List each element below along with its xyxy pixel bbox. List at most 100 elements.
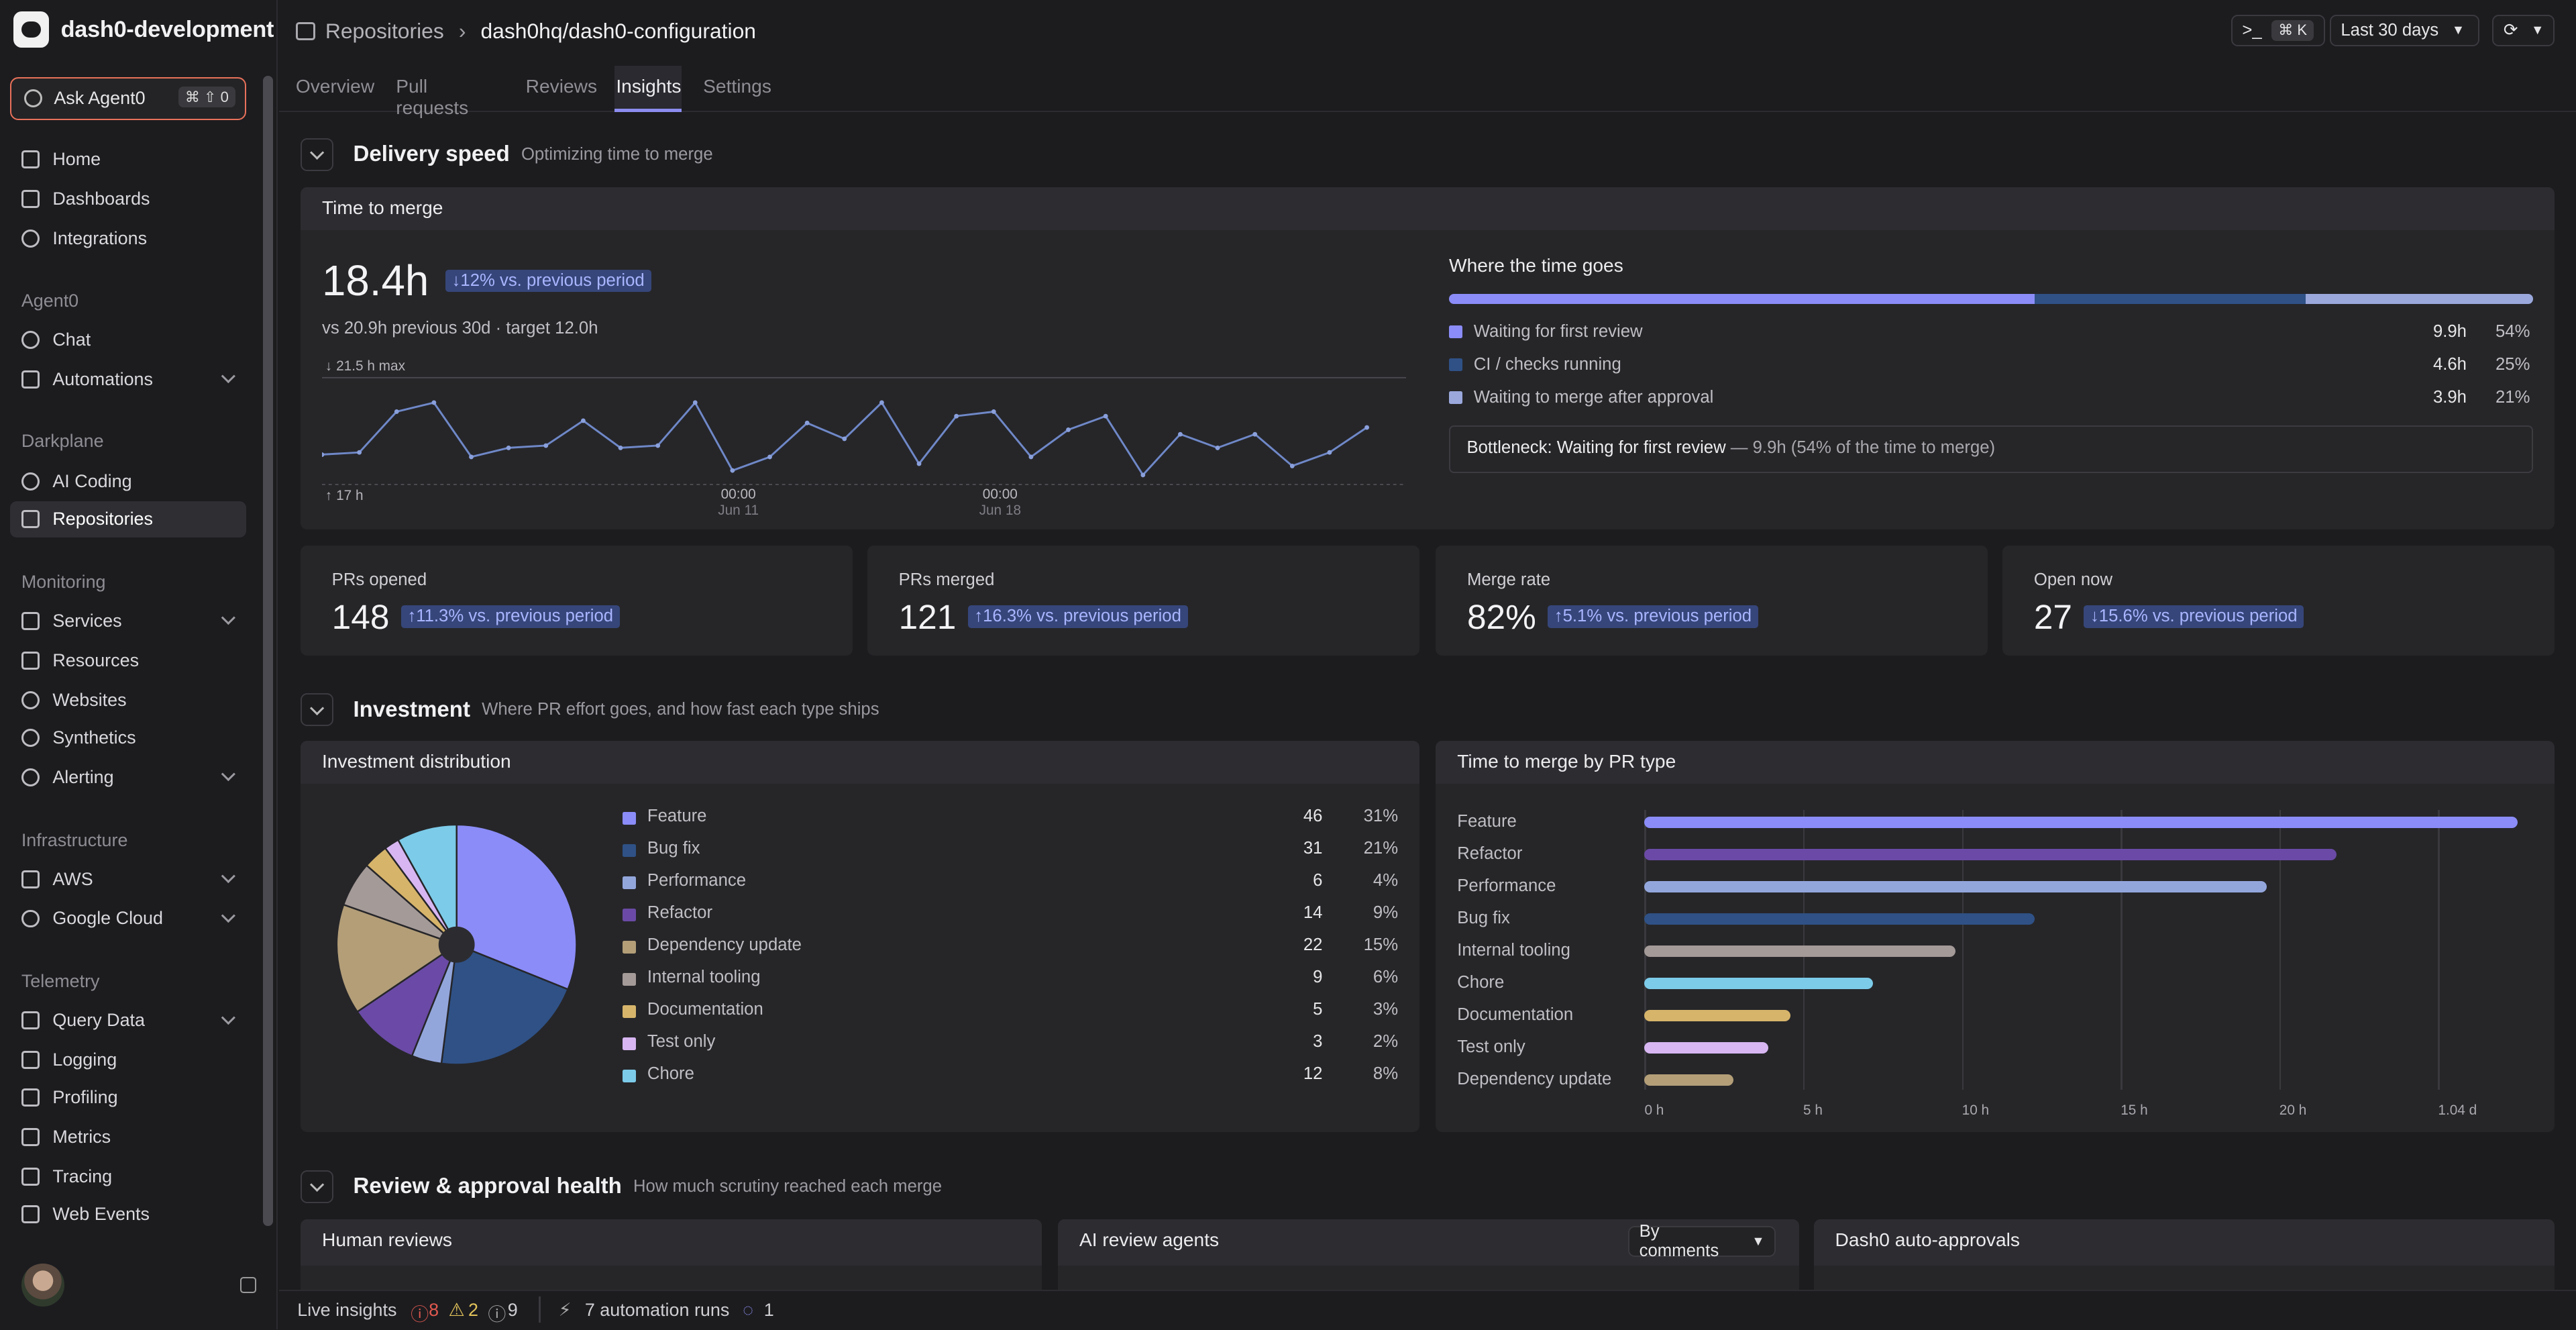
where-segment[interactable] (1449, 294, 2035, 305)
sidebar-item-metrics[interactable]: Metrics (10, 1119, 247, 1156)
workspace-switcher[interactable]: dash0-development (13, 10, 274, 50)
legend-pct: 4% (1373, 871, 1399, 890)
time-to-merge-panel: Time to merge 18.4h ↓12% vs. previous pe… (301, 187, 2555, 529)
bar[interactable] (1644, 1074, 1733, 1086)
ttm-point[interactable] (692, 400, 698, 405)
investment-legend-row[interactable]: Chore 12 8% (623, 1064, 1401, 1090)
bar[interactable] (1644, 881, 2267, 893)
user-avatar[interactable] (21, 1264, 64, 1307)
ttm-point[interactable] (954, 414, 959, 419)
sidebar-item-resources[interactable]: Resources (10, 643, 247, 679)
bar[interactable] (1644, 978, 1874, 990)
sidebar-item-ai-coding[interactable]: AI Coding (10, 464, 247, 500)
sidebar-item-dashboards[interactable]: Dashboards (10, 181, 247, 217)
collapse-sidebar-icon[interactable] (239, 1276, 257, 1294)
sidebar-item-alerting[interactable]: Alerting (10, 759, 247, 795)
sidebar-item-logging[interactable]: Logging (10, 1042, 247, 1078)
bar[interactable] (1644, 1010, 1791, 1022)
investment-legend-row[interactable]: Performance 6 4% (623, 871, 1401, 897)
ttm-point[interactable] (1364, 425, 1369, 430)
sidebar-item-query-data[interactable]: Query Data (10, 1003, 247, 1039)
panel-title: Human reviews (301, 1219, 1042, 1266)
ttm-point[interactable] (991, 409, 996, 415)
legend-label: Refactor (647, 903, 713, 923)
info-count[interactable]: 9 (508, 1300, 518, 1321)
where-segment[interactable] (2305, 294, 2534, 305)
sidebar-item-aws[interactable]: AWS (10, 861, 247, 897)
error-count[interactable]: 8 (429, 1300, 439, 1321)
ttm-point[interactable] (767, 454, 772, 460)
ai-review-sort-select[interactable]: By comments ▼ (1627, 1222, 1776, 1260)
sidebar-item-repositories[interactable]: Repositories (9, 501, 247, 538)
ttm-point[interactable] (580, 418, 586, 423)
ttm-point[interactable] (1289, 464, 1295, 469)
investment-legend-row[interactable]: Feature 46 31% (623, 807, 1401, 833)
ttm-point[interactable] (357, 450, 362, 456)
ttm-point[interactable] (1215, 446, 1220, 451)
ttm-point[interactable] (1028, 454, 1034, 460)
ttm-point[interactable] (842, 436, 847, 442)
ttm-point[interactable] (1103, 414, 1108, 419)
sidebar-item-google-cloud[interactable]: Google Cloud (10, 901, 247, 937)
tab-reviews[interactable]: Reviews (526, 76, 597, 97)
investment-legend-row[interactable]: Refactor 14 9% (623, 903, 1401, 929)
ttm-point[interactable] (1252, 432, 1258, 438)
ttm-point[interactable] (804, 421, 810, 426)
kpi-card-merge-rate: Merge rate 82% ↑5.1% vs. previous period (1436, 546, 1988, 656)
sidebar-scrollbar[interactable] (262, 75, 273, 1226)
ask-agent-button[interactable]: Ask Agent0 ⌘ ⇧ 0 (9, 77, 247, 120)
investment-legend-row[interactable]: Test only 3 2% (623, 1032, 1401, 1058)
bar[interactable] (1644, 913, 2035, 925)
investment-legend-row[interactable]: Internal tooling 9 6% (623, 968, 1401, 994)
ttm-point[interactable] (879, 400, 884, 405)
ttm-point[interactable] (618, 446, 623, 451)
tab-insights[interactable]: Insights (616, 76, 681, 97)
ttm-point[interactable] (655, 444, 661, 448)
chat-icon (21, 331, 40, 350)
refresh-button[interactable]: ⟳ ▼ (2492, 15, 2555, 46)
ttm-point[interactable] (431, 400, 437, 405)
command-palette-button[interactable]: >_ ⌘ K (2231, 15, 2325, 46)
tab-settings[interactable]: Settings (703, 76, 771, 97)
ttm-point[interactable] (543, 444, 549, 448)
sidebar-item-web-events[interactable]: Web Events (10, 1196, 247, 1233)
where-segment[interactable] (2034, 294, 2306, 305)
investment-distribution-panel: Investment distribution Feature 46 31% Bug … (301, 741, 1419, 1133)
bar[interactable] (1644, 817, 2518, 829)
sidebar-item-label: Repositories (52, 509, 153, 529)
ttm-point[interactable] (321, 452, 325, 458)
sidebar-item-chat[interactable]: Chat (10, 322, 247, 358)
sidebar-item-services[interactable]: Services (10, 603, 247, 640)
bar[interactable] (1644, 1042, 1768, 1054)
bar[interactable] (1644, 945, 1956, 958)
investment-legend-row[interactable]: Dependency update 22 15% (623, 935, 1401, 962)
collapse-toggle-review[interactable] (301, 1170, 334, 1203)
collapse-toggle-delivery[interactable] (301, 138, 334, 171)
sidebar-item-synthetics[interactable]: Synthetics (10, 720, 247, 756)
bar[interactable] (1644, 849, 2337, 861)
collapse-toggle-investment[interactable] (301, 693, 334, 727)
ttm-point[interactable] (730, 468, 735, 474)
ttm-point[interactable] (1066, 427, 1071, 433)
investment-legend-row[interactable]: Documentation 5 3% (623, 1000, 1401, 1026)
ttm-point[interactable] (506, 446, 511, 451)
sidebar-item-home[interactable]: Home (10, 142, 247, 178)
time-range-select[interactable]: Last 30 days ▼ (2329, 15, 2479, 46)
automation-runs[interactable]: 7 automation runs (585, 1300, 730, 1321)
ttm-point[interactable] (469, 454, 474, 460)
sidebar-item-tracing[interactable]: Tracing (10, 1159, 247, 1195)
investment-legend-row[interactable]: Bug fix 31 21% (623, 839, 1401, 865)
live-insights-label[interactable]: Live insights (297, 1300, 396, 1321)
sidebar-item-integrations[interactable]: Integrations (10, 220, 247, 256)
ttm-point[interactable] (1177, 432, 1183, 438)
tab-overview[interactable]: Overview (296, 76, 374, 97)
ttm-point[interactable] (394, 409, 399, 415)
sidebar-item-profiling[interactable]: Profiling (10, 1080, 247, 1116)
sidebar-item-websites[interactable]: Websites (10, 682, 247, 718)
ttm-point[interactable] (916, 462, 922, 466)
breadcrumb-repositories[interactable]: Repositories (325, 19, 444, 44)
ttm-point[interactable] (1140, 472, 1146, 478)
sidebar-item-automations[interactable]: Automations (10, 362, 247, 398)
ttm-point[interactable] (1327, 450, 1332, 456)
warning-count[interactable]: 2 (468, 1300, 478, 1321)
